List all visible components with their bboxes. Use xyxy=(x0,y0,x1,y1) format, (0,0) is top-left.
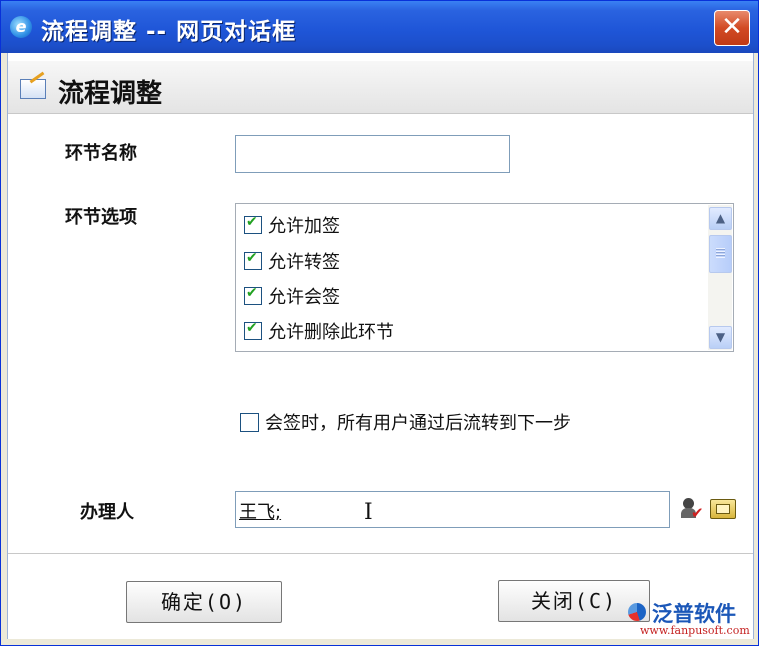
checkbox-checked[interactable] xyxy=(244,214,262,234)
scroll-thumb[interactable] xyxy=(709,235,732,273)
countersign-rule-label: 会签时，所有用户通过后流转到下一步 xyxy=(265,413,571,434)
checkbox-checked[interactable] xyxy=(244,285,262,305)
handler-label: 办理人 xyxy=(80,502,134,523)
title-bar: e 流程调整 -- 网页对话框 ✕ xyxy=(1,1,758,53)
text-cursor-icon: I xyxy=(364,500,373,525)
edit-form-icon xyxy=(20,79,46,99)
option-label: 允许删除此环节 xyxy=(268,322,394,343)
checkbox-checked[interactable] xyxy=(244,250,262,270)
fanpu-logo-icon xyxy=(628,603,646,621)
node-options-list[interactable]: 允许加签 允许转签 允许会签 允许删除此环节 ▲ ▼ xyxy=(235,203,734,352)
scroll-up-button[interactable]: ▲ xyxy=(709,207,732,230)
option-label: 允许会签 xyxy=(268,287,340,308)
countersign-rule-checkbox[interactable] xyxy=(240,412,259,432)
ie-icon: e xyxy=(10,16,32,38)
window-title: 流程调整 -- 网页对话框 xyxy=(41,19,297,45)
ok-button[interactable]: 确定(O) xyxy=(126,581,282,623)
option-label: 允许转签 xyxy=(268,252,340,273)
section-header: 流程调整 xyxy=(8,61,753,114)
handler-input[interactable]: 王飞; I xyxy=(235,491,670,528)
option-allow-delete-node[interactable]: 允许删除此环节 xyxy=(244,318,394,344)
option-allow-add-sign[interactable]: 允许加签 xyxy=(244,212,340,238)
user-check-mark: ✔ xyxy=(691,504,704,522)
countersign-rule-option[interactable]: 会签时，所有用户通过后流转到下一步 xyxy=(240,409,571,435)
option-allow-transfer-sign[interactable]: 允许转签 xyxy=(244,248,340,274)
node-options-label: 环节选项 xyxy=(65,207,137,228)
close-button[interactable]: 关闭(C) xyxy=(498,580,650,622)
option-label: 允许加签 xyxy=(268,216,340,237)
handler-value: 王飞; xyxy=(239,502,282,523)
node-name-label: 环节名称 xyxy=(65,143,137,164)
select-department-icon[interactable] xyxy=(710,499,736,519)
vertical-scrollbar[interactable]: ▲ ▼ xyxy=(708,205,732,350)
footer-divider xyxy=(8,553,753,554)
dialog-content: 流程调整 环节名称 环节选项 允许加签 允许转签 允许会签 允许删除此环节 ▲ … xyxy=(7,53,754,639)
option-allow-countersign[interactable]: 允许会签 xyxy=(244,283,340,309)
dialog-window: e 流程调整 -- 网页对话框 ✕ 流程调整 环节名称 环节选项 允许加签 允许… xyxy=(0,0,759,646)
page-title: 流程调整 xyxy=(58,79,163,109)
scroll-down-button[interactable]: ▼ xyxy=(709,326,732,349)
checkbox-checked[interactable] xyxy=(244,320,262,340)
node-name-input[interactable] xyxy=(235,135,510,173)
select-user-icon[interactable]: ✔ xyxy=(680,497,704,522)
close-window-button[interactable]: ✕ xyxy=(714,10,750,46)
watermark-url: www.fanpusoft.com xyxy=(640,624,750,637)
